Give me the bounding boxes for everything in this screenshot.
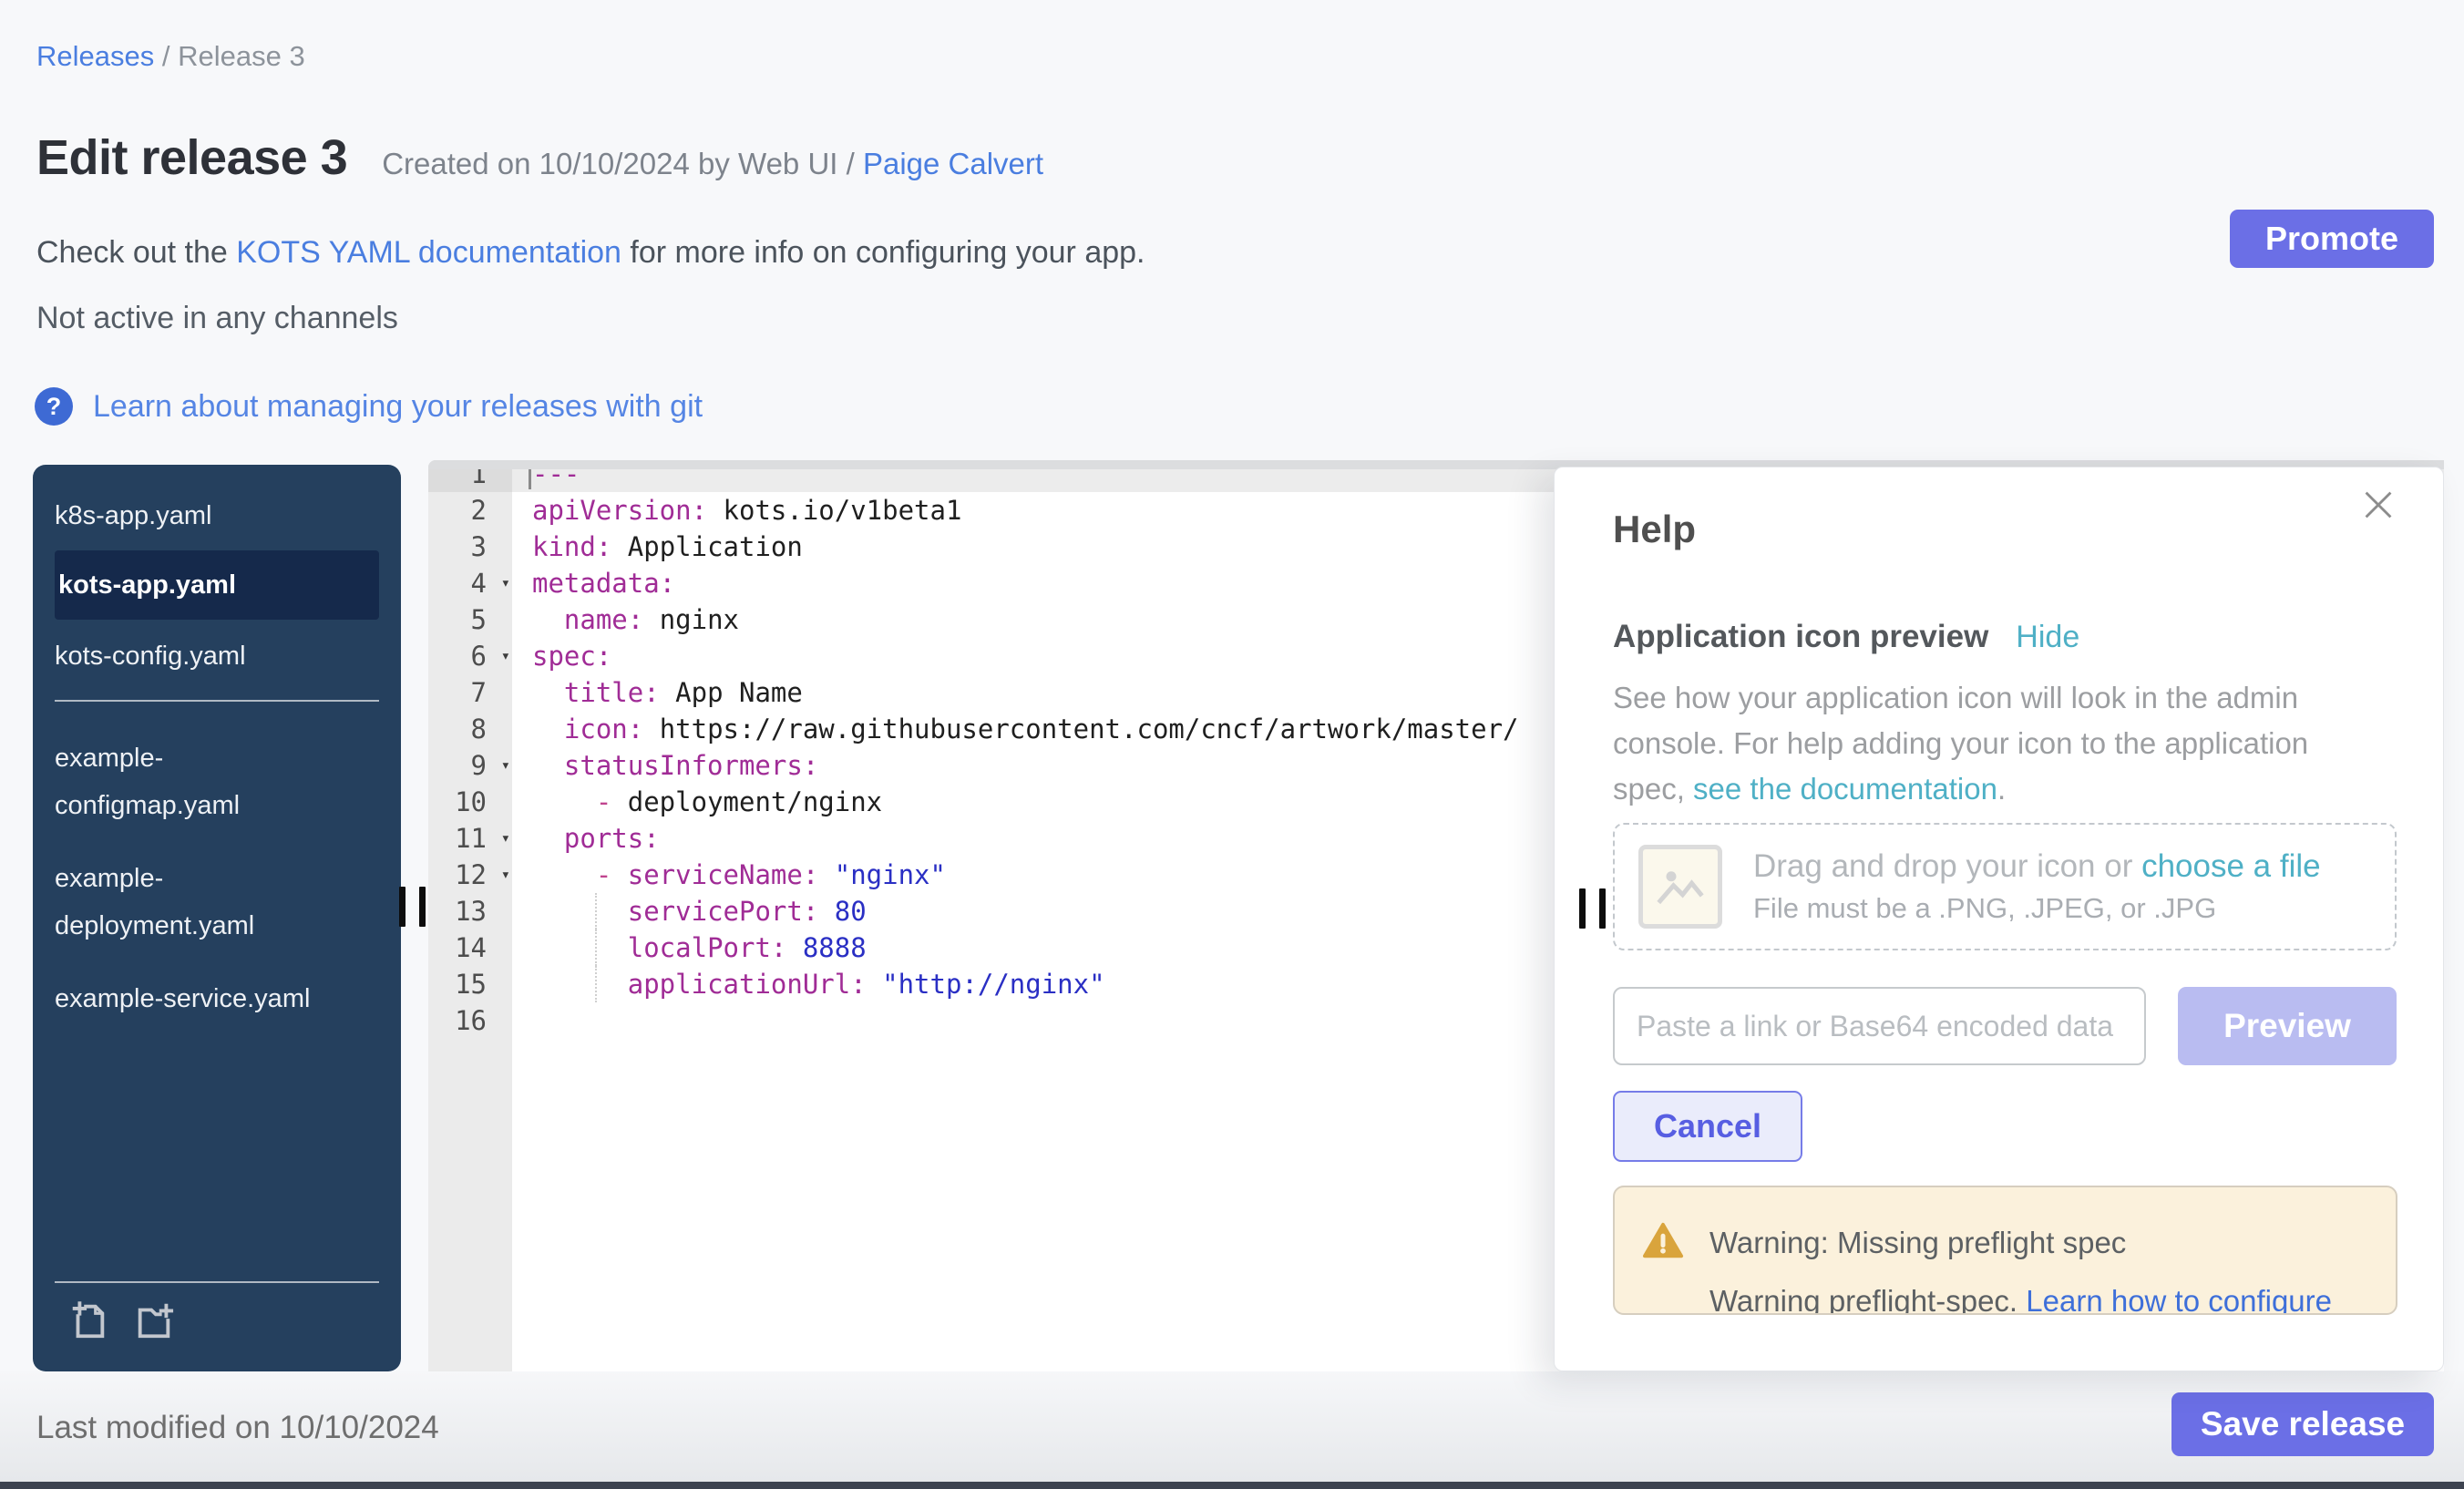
- line-number: 4▾: [428, 565, 512, 601]
- sidebar-resize-handle[interactable]: [399, 887, 406, 927]
- new-folder-icon[interactable]: [133, 1299, 175, 1346]
- see-documentation-link[interactable]: see the documentation: [1693, 772, 1997, 806]
- bottom-edge-strip: [0, 1482, 2464, 1489]
- sidebar-resize-handle[interactable]: [419, 887, 426, 927]
- line-number: 5: [428, 601, 512, 638]
- file-item[interactable]: example-service.yaml: [55, 973, 379, 1024]
- author-link[interactable]: Paige Calvert: [863, 147, 1043, 180]
- image-placeholder-icon: [1638, 845, 1722, 929]
- promote-button[interactable]: Promote: [2230, 210, 2434, 268]
- fold-arrow-icon[interactable]: ▾: [501, 820, 510, 857]
- line-number: 16: [428, 1002, 512, 1039]
- preflight-warning-box: Warning: Missing preflight spec Warning …: [1613, 1186, 2397, 1315]
- question-circle-icon: ?: [35, 387, 73, 426]
- git-help-label: Learn about managing your releases with …: [93, 389, 703, 425]
- preview-button[interactable]: Preview: [2178, 987, 2397, 1065]
- breadcrumb: Releases / Release 3: [36, 40, 305, 73]
- warning-icon: [1642, 1220, 1684, 1267]
- warning-detail: Warning preflight-spec. Learn how to con…: [1709, 1284, 2332, 1315]
- hide-link[interactable]: Hide: [2016, 620, 2079, 655]
- sidebar-divider: [55, 1281, 379, 1283]
- file-item[interactable]: kots-config.yaml: [55, 631, 379, 682]
- fold-arrow-icon[interactable]: ▾: [501, 565, 510, 601]
- edit-release-page: Releases / Release 3 Edit release 3 Crea…: [0, 0, 2464, 1489]
- last-modified-text: Last modified on 10/10/2024: [36, 1410, 439, 1446]
- line-number: 9▾: [428, 747, 512, 784]
- line-number: 8: [428, 711, 512, 747]
- panel-resize-handle[interactable]: [1599, 888, 1606, 929]
- file-item[interactable]: example-configmap.yaml: [55, 733, 379, 831]
- icon-url-input[interactable]: [1613, 987, 2146, 1065]
- channel-status-text: Not active in any channels: [36, 301, 398, 336]
- line-number: 2: [428, 492, 512, 529]
- line-number: 7: [428, 674, 512, 711]
- icon-preview-section-title: Application icon preview: [1613, 619, 1988, 655]
- fold-arrow-icon[interactable]: ▾: [501, 747, 510, 784]
- help-panel-title: Help: [1613, 508, 1696, 551]
- file-item[interactable]: k8s-app.yaml: [55, 490, 379, 541]
- file-item[interactable]: kots-app.yaml: [55, 550, 379, 620]
- icon-preview-description: See how your application icon will look …: [1613, 675, 2360, 812]
- footer-bar: Last modified on 10/10/2024: [0, 1371, 2464, 1482]
- git-help-link[interactable]: ? Learn about managing your releases wit…: [35, 387, 703, 426]
- cancel-button[interactable]: Cancel: [1613, 1091, 1802, 1162]
- line-number: 15: [428, 966, 512, 1002]
- icon-drop-zone[interactable]: Drag and drop your icon or choose a file…: [1613, 823, 2397, 950]
- breadcrumb-releases-link[interactable]: Releases: [36, 40, 154, 72]
- file-list-divider: [55, 700, 379, 702]
- close-icon[interactable]: [2357, 484, 2399, 526]
- file-item[interactable]: example-deployment.yaml: [55, 853, 379, 951]
- line-number: 14: [428, 929, 512, 966]
- warning-title: Warning: Missing preflight spec: [1709, 1226, 2126, 1260]
- save-release-button[interactable]: Save release: [2171, 1392, 2434, 1456]
- page-title: Edit release 3: [36, 129, 347, 186]
- kots-yaml-doc-link[interactable]: KOTS YAML documentation: [236, 235, 621, 270]
- fold-arrow-icon[interactable]: ▾: [501, 638, 510, 674]
- file-sidebar: k8s-app.yaml kots-app.yaml kots-config.yam…: [33, 465, 401, 1371]
- line-number: 3: [428, 529, 512, 565]
- sidebar-footer: [55, 1281, 379, 1346]
- line-number: 13: [428, 893, 512, 929]
- fold-arrow-icon[interactable]: ▾: [501, 857, 510, 893]
- file-list: k8s-app.yaml kots-app.yaml kots-config.yam…: [33, 465, 401, 1024]
- panel-resize-handle[interactable]: [1579, 888, 1586, 929]
- line-number: 11▾: [428, 820, 512, 857]
- breadcrumb-separator: /: [154, 40, 178, 72]
- help-panel: Help Application icon preview Hide See h…: [1554, 467, 2444, 1371]
- line-number: 6▾: [428, 638, 512, 674]
- drop-zone-hint: File must be a .PNG, .JPEG, or .JPG: [1753, 892, 2321, 925]
- created-on-text: Created on 10/10/2024 by Web UI / Paige …: [382, 147, 1043, 181]
- new-file-icon[interactable]: [67, 1299, 109, 1346]
- kots-doc-line: Check out the KOTS YAML documentation fo…: [36, 235, 1145, 271]
- drop-zone-text: Drag and drop your icon or choose a file: [1753, 848, 2321, 885]
- line-number: 12▾: [428, 857, 512, 893]
- learn-configure-link[interactable]: Learn how to configure: [2026, 1284, 2332, 1315]
- choose-file-link[interactable]: choose a file: [2141, 848, 2321, 884]
- breadcrumb-current: Release 3: [178, 40, 305, 72]
- line-number: 10: [428, 784, 512, 820]
